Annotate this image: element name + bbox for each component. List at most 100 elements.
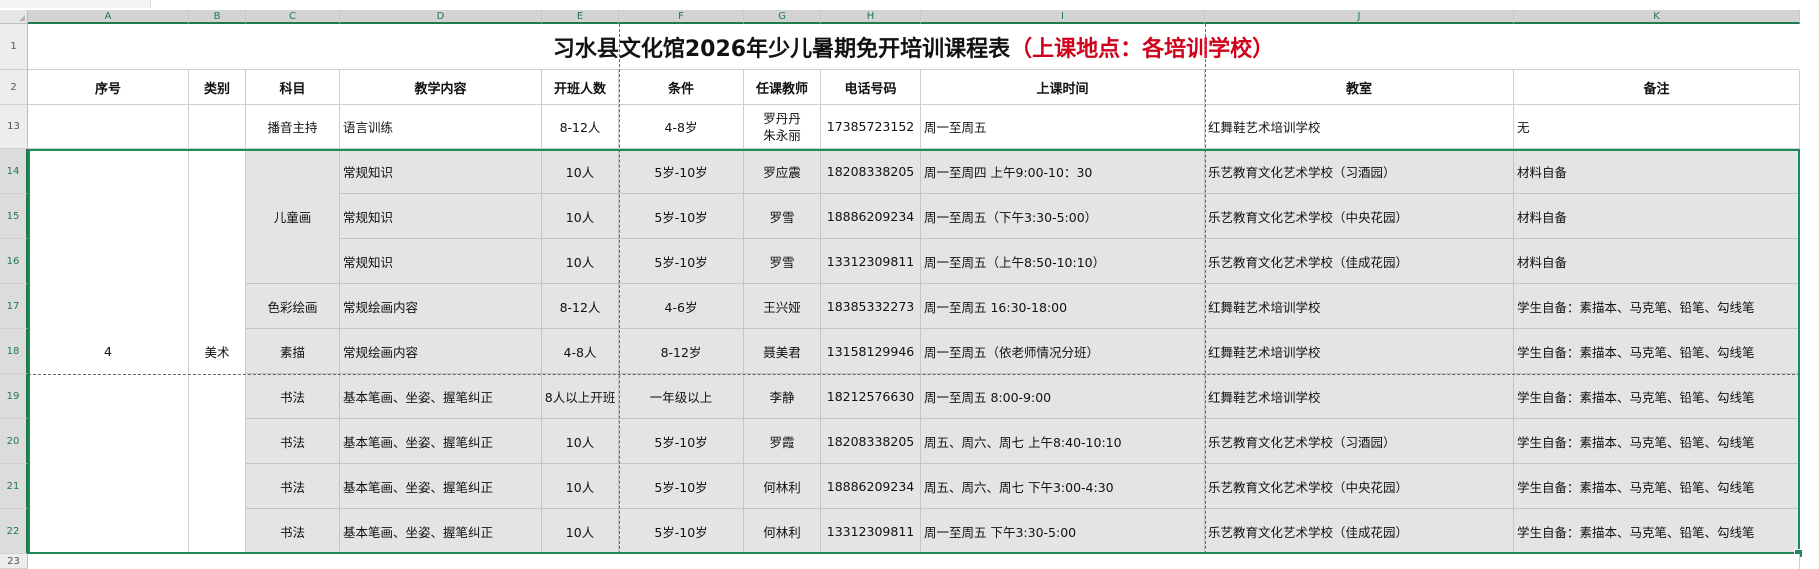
cell-d13[interactable]: 语言训练 (340, 105, 542, 149)
row-header-20[interactable]: 20 (0, 419, 28, 464)
cell-g14[interactable]: 罗应震 (744, 149, 821, 194)
cell-h22[interactable]: 13312309811 (821, 509, 921, 554)
cell-j15[interactable]: 乐艺教育文化艺术学校（中央花园） (1205, 194, 1514, 239)
header-category[interactable]: 类别 (189, 70, 246, 105)
cell-i17[interactable]: 周一至周五 16:30-18:00 (921, 284, 1205, 329)
cell-h13[interactable]: 17385723152 (821, 105, 921, 149)
cell-i20[interactable]: 周五、周六、周七 上午8:40-10:10 (921, 419, 1205, 464)
cell-k22[interactable]: 学生自备：素描本、马克笔、铅笔、勾线笔 (1514, 509, 1800, 554)
cell-subject-children-painting[interactable]: 儿童画 (246, 149, 340, 284)
row-header-2[interactable]: 2 (0, 70, 28, 105)
cell-d22[interactable]: 基本笔画、坐姿、握笔纠正 (340, 509, 542, 554)
cell-c17[interactable]: 色彩绘画 (246, 284, 340, 329)
row-header-21[interactable]: 21 (0, 464, 28, 509)
cell-c18[interactable]: 素描 (246, 329, 340, 374)
cell-h18[interactable]: 13158129946 (821, 329, 921, 374)
cell-f17[interactable]: 4-6岁 (619, 284, 744, 329)
cell-e20[interactable]: 10人 (542, 419, 619, 464)
column-header-k[interactable]: K (1514, 10, 1800, 24)
cell-i22[interactable]: 周一至周五 下午3:30-5:00 (921, 509, 1205, 554)
cell-d16[interactable]: 常规知识 (340, 239, 542, 284)
column-header-h[interactable]: H (821, 10, 921, 24)
cell-d15[interactable]: 常规知识 (340, 194, 542, 239)
cell-i18[interactable]: 周一至周五（依老师情况分班） (921, 329, 1205, 374)
cell-d18[interactable]: 常规绘画内容 (340, 329, 542, 374)
header-seq[interactable]: 序号 (28, 70, 189, 105)
cell-i19[interactable]: 周一至周五 8:00-9:00 (921, 374, 1205, 419)
cell-f18[interactable]: 8-12岁 (619, 329, 744, 374)
row-header-17[interactable]: 17 (0, 284, 28, 329)
cell-f16[interactable]: 5岁-10岁 (619, 239, 744, 284)
cell-g13[interactable]: 罗丹丹 朱永丽 (744, 105, 821, 149)
cell-h15[interactable]: 18886209234 (821, 194, 921, 239)
cell-g22[interactable]: 何林利 (744, 509, 821, 554)
cell-k19[interactable]: 学生自备：素描本、马克笔、铅笔、勾线笔 (1514, 374, 1800, 419)
cell-j16[interactable]: 乐艺教育文化艺术学校（佳成花园） (1205, 239, 1514, 284)
cell-c20[interactable]: 书法 (246, 419, 340, 464)
cell-h14[interactable]: 18208338205 (821, 149, 921, 194)
cell-j22[interactable]: 乐艺教育文化艺术学校（佳成花园） (1205, 509, 1514, 554)
column-header-a[interactable]: A (28, 10, 189, 24)
cell-e19[interactable]: 8人以上开班 (542, 374, 619, 419)
cell-k16[interactable]: 材料自备 (1514, 239, 1800, 284)
column-header-d[interactable]: D (340, 10, 542, 24)
cell-g17[interactable]: 王兴娅 (744, 284, 821, 329)
cell-g20[interactable]: 罗霞 (744, 419, 821, 464)
cell-c22[interactable]: 书法 (246, 509, 340, 554)
header-condition[interactable]: 条件 (619, 70, 744, 105)
cell-i16[interactable]: 周一至周五（上午8:50-10:10） (921, 239, 1205, 284)
cell-h19[interactable]: 18212576630 (821, 374, 921, 419)
cell-k17[interactable]: 学生自备：素描本、马克笔、铅笔、勾线笔 (1514, 284, 1800, 329)
row-header-16[interactable]: 16 (0, 239, 28, 284)
cell-f22[interactable]: 5岁-10岁 (619, 509, 744, 554)
row-header-1[interactable]: 1 (0, 24, 28, 70)
column-header-i[interactable]: I (921, 10, 1205, 24)
row-23[interactable] (28, 554, 1800, 569)
cell-e15[interactable]: 10人 (542, 194, 619, 239)
cell-i21[interactable]: 周五、周六、周七 下午3:00-4:30 (921, 464, 1205, 509)
page-title[interactable]: 习水县文化馆2026年少儿暑期免开培训课程表 （上课地点：各培训学校） (28, 25, 1799, 70)
cell-f13[interactable]: 4-8岁 (619, 105, 744, 149)
cell-e21[interactable]: 10人 (542, 464, 619, 509)
cell-f19[interactable]: 一年级以上 (619, 374, 744, 419)
header-content[interactable]: 教学内容 (340, 70, 542, 105)
column-header-b[interactable]: B (189, 10, 246, 24)
header-time[interactable]: 上课时间 (921, 70, 1205, 105)
select-all-corner[interactable] (0, 10, 28, 24)
row-header-22[interactable]: 22 (0, 509, 28, 554)
cell-j13[interactable]: 红舞鞋艺术培训学校 (1205, 105, 1514, 149)
column-header-g[interactable]: G (744, 10, 821, 24)
cell-d14[interactable]: 常规知识 (340, 149, 542, 194)
cell-b13[interactable] (189, 105, 246, 149)
row-header-14[interactable]: 14 (0, 149, 28, 194)
cell-j21[interactable]: 乐艺教育文化艺术学校（中央花园） (1205, 464, 1514, 509)
header-phone[interactable]: 电话号码 (821, 70, 921, 105)
cell-d21[interactable]: 基本笔画、坐姿、握笔纠正 (340, 464, 542, 509)
cell-j19[interactable]: 红舞鞋艺术培训学校 (1205, 374, 1514, 419)
cell-h17[interactable]: 18385332273 (821, 284, 921, 329)
cell-f15[interactable]: 5岁-10岁 (619, 194, 744, 239)
row-header-18[interactable]: 18 (0, 329, 28, 374)
cell-g16[interactable]: 罗雪 (744, 239, 821, 284)
cell-j18[interactable]: 红舞鞋艺术培训学校 (1205, 329, 1514, 374)
cell-k14[interactable]: 材料自备 (1514, 149, 1800, 194)
cell-g18[interactable]: 聂美君 (744, 329, 821, 374)
cell-g21[interactable]: 何林利 (744, 464, 821, 509)
header-class-size[interactable]: 开班人数 (542, 70, 619, 105)
column-header-e[interactable]: E (542, 10, 619, 24)
cell-e16[interactable]: 10人 (542, 239, 619, 284)
cell-i14[interactable]: 周一至周四 上午9:00-10：30 (921, 149, 1205, 194)
row-header-15[interactable]: 15 (0, 194, 28, 239)
cell-d17[interactable]: 常规绘画内容 (340, 284, 542, 329)
cell-d19[interactable]: 基本笔画、坐姿、握笔纠正 (340, 374, 542, 419)
cell-e17[interactable]: 8-12人 (542, 284, 619, 329)
name-box[interactable] (0, 0, 151, 8)
cell-seq-merged[interactable]: 4 (28, 149, 189, 554)
cell-k21[interactable]: 学生自备：素描本、马克笔、铅笔、勾线笔 (1514, 464, 1800, 509)
cell-j20[interactable]: 乐艺教育文化艺术学校（习酒园） (1205, 419, 1514, 464)
cell-k15[interactable]: 材料自备 (1514, 194, 1800, 239)
cell-a13[interactable] (28, 105, 189, 149)
row-header-19[interactable]: 19 (0, 374, 28, 419)
cell-h20[interactable]: 18208338205 (821, 419, 921, 464)
cell-c21[interactable]: 书法 (246, 464, 340, 509)
